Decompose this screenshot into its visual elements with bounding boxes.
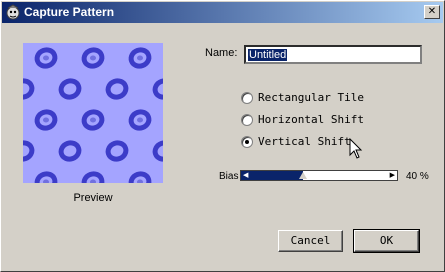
- slider-left-arrow-icon[interactable]: ◀: [243, 172, 248, 179]
- radio-label: Rectangular Tile: [258, 91, 364, 104]
- ok-button[interactable]: OK: [353, 229, 420, 253]
- radio-button[interactable]: [241, 114, 253, 126]
- bias-slider[interactable]: ◀ ▶: [240, 170, 398, 181]
- close-icon: ✕: [427, 6, 437, 17]
- pattern-preview: [23, 43, 163, 183]
- slider-right-arrow-icon[interactable]: ▶: [390, 172, 395, 179]
- app-icon: [6, 4, 20, 20]
- bias-slider-thumb[interactable]: [299, 172, 307, 179]
- title-bar[interactable]: Capture Pattern ✕: [2, 2, 443, 23]
- radio-label: Horizontal Shift: [258, 113, 364, 126]
- radio-dot-icon: [245, 140, 249, 144]
- name-input-value: Untitled: [248, 49, 288, 61]
- bias-label: Bias: [219, 171, 239, 182]
- preview-pattern-fill: [23, 43, 163, 183]
- capture-pattern-dialog: Capture Pattern ✕ Preview Name: Untitled: [0, 0, 445, 272]
- radio-button-selected[interactable]: [241, 136, 253, 148]
- bias-value: 40 %: [406, 171, 429, 182]
- close-button[interactable]: ✕: [424, 5, 440, 19]
- cancel-button[interactable]: Cancel: [278, 230, 343, 252]
- name-input[interactable]: Untitled: [244, 45, 422, 64]
- window-title: Capture Pattern: [24, 5, 115, 19]
- preview-label: Preview: [73, 192, 113, 204]
- name-label: Name:: [205, 47, 238, 59]
- radio-label: Vertical Shift: [258, 135, 351, 148]
- radio-button[interactable]: [241, 92, 253, 104]
- bias-slider-fill: [241, 171, 303, 180]
- mouse-cursor-icon: [349, 138, 363, 159]
